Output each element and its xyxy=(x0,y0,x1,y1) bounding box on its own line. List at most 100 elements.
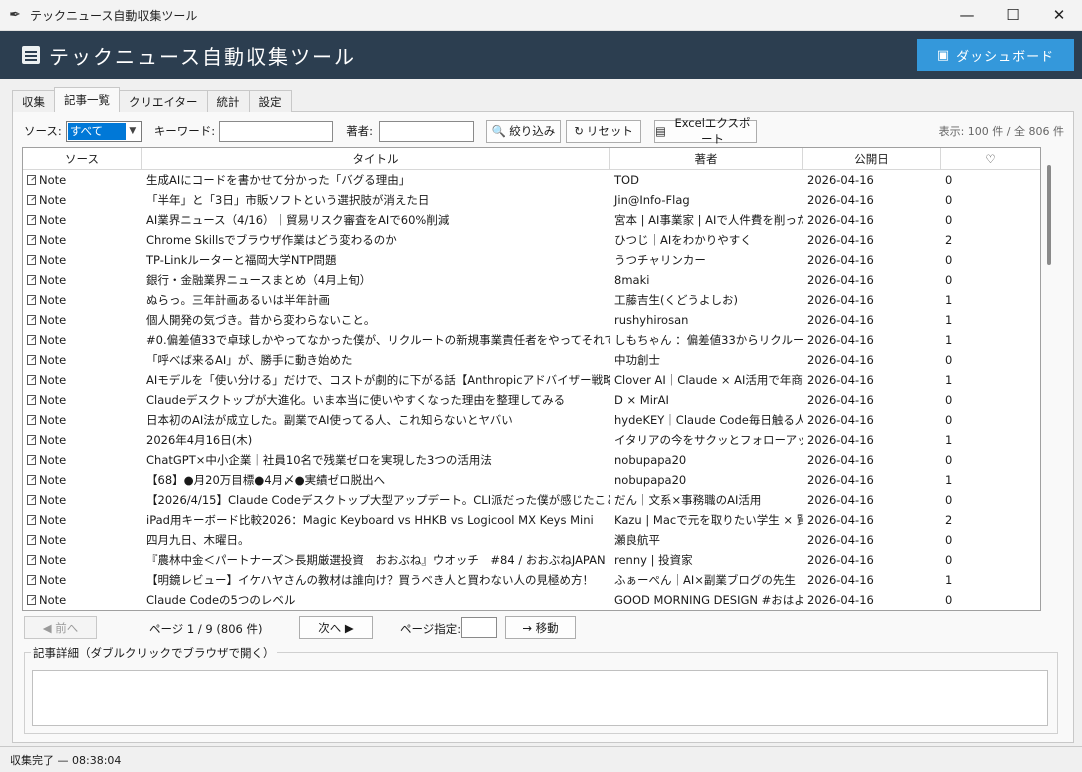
save-icon: ▤ xyxy=(655,124,666,138)
cell-source-text: Note xyxy=(39,353,67,367)
dashboard-label: ダッシュボード xyxy=(956,49,1055,65)
feather-icon: ✒ xyxy=(9,7,21,23)
maximize-button[interactable]: ☐ xyxy=(990,0,1036,31)
goto-page-button[interactable]: → 移動 xyxy=(505,616,576,639)
cell-title: 四月九日、木曜日。 xyxy=(146,533,250,547)
table-row[interactable]: Note AIモデルを「使い分ける」だけで、コストが劇的に下がる話【Anthrop… xyxy=(23,370,1040,390)
excel-export-button[interactable]: ▤ Excelエクスポート xyxy=(654,116,758,146)
table-row[interactable]: Note ChatGPT×中小企業｜社員10名で残業ゼロを実現した3つの活用法 no… xyxy=(23,450,1040,470)
table-row[interactable]: Note Chrome Skillsでブラウザ作業はどう変わるのか ひつじ｜AIをわ… xyxy=(23,230,1040,250)
cell-source: Note xyxy=(23,373,142,387)
cell-source: Note xyxy=(23,353,142,367)
filter-bar: ソース: すべて ▼ キーワード: 著者: 🔍 絞り込み ↻ リセット ▤ Ex… xyxy=(24,116,1064,146)
cell-source-text: Note xyxy=(39,493,67,507)
cell-likes: 0 xyxy=(945,413,953,427)
table-row[interactable]: Note 【明鏡レビュー】イケハヤさんの教材は誰向け？買うべき人と買わない人の見極… xyxy=(23,570,1040,590)
note-icon xyxy=(27,535,36,545)
cell-author: Clover AI｜Claude × AI活用で年商1 xyxy=(614,373,803,387)
cell-date: 2026-04-16 xyxy=(807,413,874,427)
table-row[interactable]: Note Claudeデスクトップが大進化。いま本当に使いやすくなった理由を整理し… xyxy=(23,390,1040,410)
cell-source: Note xyxy=(23,533,142,547)
cell-date: 2026-04-16 xyxy=(807,553,874,567)
cell-source-text: Note xyxy=(39,553,67,567)
source-combobox[interactable]: すべて ▼ xyxy=(65,120,142,142)
cell-source: Note xyxy=(23,293,142,307)
table-row[interactable]: Note 日本初のAI法が成立した。副業でAI使ってる人、これ知らないとヤバい hy… xyxy=(23,410,1040,430)
cell-author: しもちゃん ：偏差値33からリクルート新 xyxy=(614,333,803,347)
table-row[interactable]: Note ぬらっ。三年計画あるいは半年計画 工藤吉生(くどうよしお) 2026-04-… xyxy=(23,290,1040,310)
table-row[interactable]: Note 2026年4月16日(木) イタリアの今をサクッとフォローアップ 2026-… xyxy=(23,430,1040,450)
note-icon xyxy=(27,575,36,585)
close-button[interactable]: ✕ xyxy=(1036,0,1082,31)
tab-stats[interactable]: 統計 xyxy=(206,90,250,112)
cell-likes: 0 xyxy=(945,493,953,507)
cell-author: だん｜文系×事務職のAI活用 xyxy=(614,493,762,507)
cell-source: Note xyxy=(23,573,142,587)
table-row[interactable]: Note 銀行・金融業界ニュースまとめ（4月上旬） 8maki 2026-04-16 0 xyxy=(23,270,1040,290)
cell-author: Jin@Info-Flag xyxy=(614,193,690,207)
cell-likes: 0 xyxy=(945,593,953,607)
table-row[interactable]: Note AI業界ニュース（4/16）｜貿易リスク審査をAIで60%削減 宮本 | … xyxy=(23,210,1040,230)
reset-button[interactable]: ↻ リセット xyxy=(566,119,642,143)
tab-settings[interactable]: 設定 xyxy=(248,90,292,112)
table-row[interactable]: Note 生成AIにコードを書かせて分かった「バグる理由」 TOD 2026-04-1… xyxy=(23,170,1040,190)
table-row[interactable]: Note 『農林中金＜パートナーズ＞長期厳選投資 おおぶね』ウオッチ #84 / … xyxy=(23,550,1040,570)
table-body: Note 生成AIにコードを書かせて分かった「バグる理由」 TOD 2026-04-1… xyxy=(23,170,1040,610)
table-row[interactable]: Note 「呼べば来るAI」が、勝手に動き始めた 中功創士 2026-04-16 0 xyxy=(23,350,1040,370)
table-row[interactable]: Note Claude Codeの5つのレベル GOOD MORNING DESIG… xyxy=(23,590,1040,610)
column-header-date[interactable]: 公開日 xyxy=(803,148,941,169)
cell-author: 8maki xyxy=(614,273,650,287)
chevron-down-icon[interactable]: ▼ xyxy=(126,126,140,136)
minimize-button[interactable]: — xyxy=(944,0,990,31)
column-header-source[interactable]: ソース xyxy=(23,148,142,169)
table-scrollbar[interactable] xyxy=(1047,165,1051,265)
note-icon xyxy=(27,435,36,445)
keyword-label: キーワード: xyxy=(153,124,216,138)
cell-title: 『農林中金＜パートナーズ＞長期厳選投資 おおぶね』ウオッチ #84 / おおぶね… xyxy=(146,553,610,567)
cell-likes: 1 xyxy=(945,573,953,587)
table-row[interactable]: Note 【2026/4/15】Claude Codeデスクトップ大型アップデート… xyxy=(23,490,1040,510)
notebook-tabs: 収集 記事一覧 クリエイター 統計 設定 xyxy=(12,87,292,112)
cell-date: 2026-04-16 xyxy=(807,513,874,527)
status-text: 収集完了 — 08:38:04 xyxy=(10,753,122,767)
cell-author: イタリアの今をサクッとフォローアップ xyxy=(614,433,803,447)
cell-date: 2026-04-16 xyxy=(807,493,874,507)
filter-button[interactable]: 🔍 絞り込み xyxy=(486,119,562,143)
cell-author: nobupapa20 xyxy=(614,473,687,487)
app-header: テックニュース自動収集ツール ▣ ダッシュボード xyxy=(0,31,1082,79)
tab-creators[interactable]: クリエイター xyxy=(119,90,208,112)
articles-table[interactable]: ソース タイトル 著者 公開日 ♡ Note 生成AIにコードを書かせて分かった「… xyxy=(22,147,1041,611)
dashboard-button[interactable]: ▣ ダッシュボード xyxy=(917,39,1074,71)
goto-page-input[interactable] xyxy=(461,617,497,638)
note-icon xyxy=(27,195,36,205)
cell-title: iPad用キーボード比較2026：Magic Keyboard vs HHKB … xyxy=(146,513,594,527)
table-row[interactable]: Note TP-Linkルーターと福岡大学NTP問題 うつチャリンカー 2026-04… xyxy=(23,250,1040,270)
cell-author: 宮本 | AI事業家 | AIで人件費を削った xyxy=(614,213,803,227)
table-row[interactable]: Note 「半年」と「3日」市販ソフトという選択肢が消えた日 Jin@Info-Fl… xyxy=(23,190,1040,210)
table-row[interactable]: Note iPad用キーボード比較2026：Magic Keyboard vs H… xyxy=(23,510,1040,530)
cell-source-text: Note xyxy=(39,593,67,607)
article-detail-text[interactable] xyxy=(32,670,1048,726)
cell-date: 2026-04-16 xyxy=(807,253,874,267)
table-row[interactable]: Note 【68】●月20万目標●4月〆●実績ゼロ脱出へ nobupapa20 202… xyxy=(23,470,1040,490)
keyword-input[interactable] xyxy=(219,120,334,142)
column-header-likes[interactable]: ♡ xyxy=(941,148,1040,169)
cell-author: ひつじ｜AIをわかりやすく xyxy=(614,233,752,247)
table-row[interactable]: Note #0.偏差値33で卓球しかやってなかった僕が、リクルートの新規事業責任者… xyxy=(23,330,1040,350)
cell-title: 生成AIにコードを書かせて分かった「バグる理由」 xyxy=(146,173,411,187)
author-input[interactable] xyxy=(379,120,475,142)
table-row[interactable]: Note 個人開発の気づき。昔から変わらないこと。 rushyhirosan 2026… xyxy=(23,310,1040,330)
cell-source: Note xyxy=(23,453,142,467)
tab-articles[interactable]: 記事一覧 xyxy=(54,87,120,112)
cell-date: 2026-04-16 xyxy=(807,213,874,227)
column-header-author[interactable]: 著者 xyxy=(610,148,803,169)
prev-page-button[interactable]: ◀ 前へ xyxy=(24,616,97,639)
status-bar: 収集完了 — 08:38:04 xyxy=(0,746,1082,772)
table-row[interactable]: Note 四月九日、木曜日。 瀬良航平 2026-04-16 0 xyxy=(23,530,1040,550)
cell-date: 2026-04-16 xyxy=(807,433,874,447)
column-header-title[interactable]: タイトル xyxy=(142,148,610,169)
next-page-button[interactable]: 次へ ▶ xyxy=(299,616,373,639)
cell-title: 「半年」と「3日」市販ソフトという選択肢が消えた日 xyxy=(146,193,430,207)
cell-source: Note xyxy=(23,173,142,187)
tab-collect[interactable]: 収集 xyxy=(12,90,55,112)
